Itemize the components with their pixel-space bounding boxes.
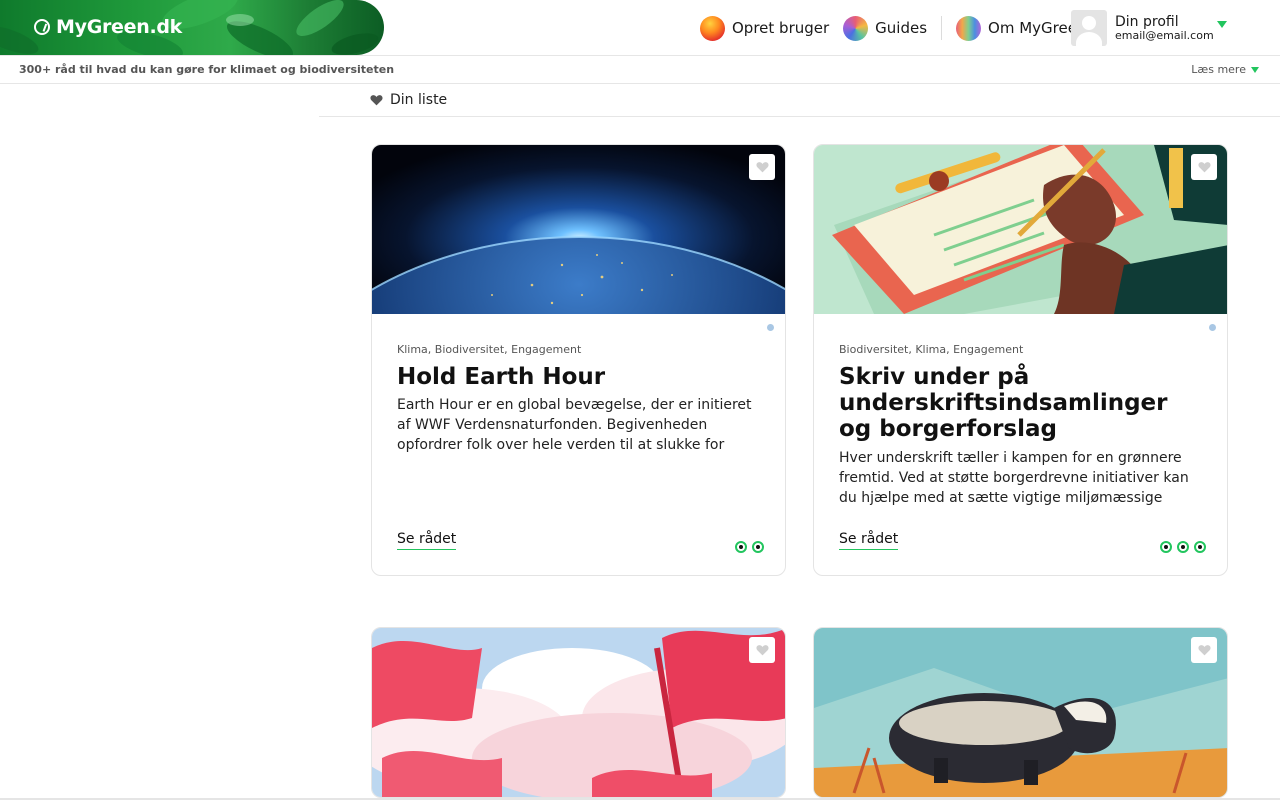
top-header: MyGreen.dk Opret bruger Guides Om MyGree… — [0, 0, 1280, 56]
card-title: Skriv under på underskriftsindsamlinger … — [839, 364, 1168, 442]
card-description: Earth Hour er en global bevægelse, der e… — [397, 397, 752, 453]
advice-card[interactable] — [813, 627, 1228, 798]
indicator-dot — [1160, 541, 1172, 553]
card-image-earth — [372, 145, 785, 314]
indicator-dots — [1160, 541, 1206, 553]
card-image-badger — [814, 628, 1227, 797]
card-categories: Klima, Biodiversitet, Engagement — [397, 343, 582, 356]
read-more-button[interactable]: Læs mere — [1191, 63, 1259, 76]
indicator-dot — [752, 541, 764, 553]
nav-guides[interactable]: Guides — [843, 15, 928, 41]
nav-om-mygreen[interactable]: Om MyGreen — [956, 15, 1086, 41]
orb-mosaic-icon — [843, 15, 869, 41]
nav-opret-bruger[interactable]: Opret bruger — [700, 15, 830, 41]
advice-card[interactable]: Biodiversitet, Klima, Engagement Skriv u… — [813, 144, 1228, 576]
chevron-down-icon[interactable] — [1217, 21, 1227, 28]
logo-banner[interactable]: MyGreen.dk — [0, 0, 384, 55]
favorite-button[interactable] — [1191, 154, 1217, 180]
sub-bar: 300+ råd til hvad du kan gøre for klimae… — [0, 56, 1280, 84]
nav-label: Opret bruger — [732, 19, 830, 37]
heart-icon — [370, 95, 383, 106]
status-dot — [767, 324, 774, 331]
heart-icon — [755, 645, 769, 656]
nav-label: Guides — [875, 19, 928, 37]
heart-icon — [755, 162, 769, 173]
see-advice-link[interactable]: Se rådet — [839, 531, 899, 550]
favorite-button[interactable] — [1191, 637, 1217, 663]
advice-card[interactable] — [371, 627, 786, 798]
profile-name: Din profil — [1115, 13, 1179, 30]
logo-text: MyGreen.dk — [56, 16, 183, 38]
main-nav: Opret bruger Guides Om MyGreen — [700, 0, 1086, 56]
status-dot — [1209, 324, 1216, 331]
tagline: 300+ råd til hvad du kan gøre for klimae… — [19, 63, 395, 76]
card-categories: Biodiversitet, Klima, Engagement — [839, 343, 1024, 356]
heart-icon — [1197, 162, 1211, 173]
card-description: Hver underskrift tæller i kampen for en … — [839, 450, 1189, 506]
favorite-button[interactable] — [749, 637, 775, 663]
card-image-signing — [814, 145, 1227, 314]
favorite-button[interactable] — [749, 154, 775, 180]
avatar — [1071, 10, 1107, 46]
din-liste-label: Din liste — [390, 92, 448, 108]
indicator-dot — [1194, 541, 1206, 553]
profile-email: email@email.com — [1115, 28, 1214, 42]
advice-card[interactable]: Klima, Biodiversitet, Engagement Hold Ea… — [371, 144, 786, 576]
profile-menu[interactable]: Din profil email@email.com — [1071, 9, 1231, 47]
heart-icon — [1197, 645, 1211, 656]
chevron-down-icon — [1251, 66, 1259, 73]
indicator-dot — [1177, 541, 1189, 553]
indicator-dot — [735, 541, 747, 553]
card-image-flags — [372, 628, 785, 797]
list-bar: Din liste — [319, 84, 1280, 117]
card-title: Hold Earth Hour — [397, 364, 606, 390]
indicator-dots — [735, 541, 764, 553]
orb-orange-icon — [700, 15, 725, 41]
orb-rainbow-icon — [956, 15, 982, 41]
see-advice-link[interactable]: Se rådet — [397, 531, 457, 550]
nav-divider — [941, 16, 943, 40]
logo-icon — [34, 19, 50, 35]
din-liste-button[interactable]: Din liste — [370, 92, 447, 108]
profile-text: Din profil email@email.com — [1115, 14, 1214, 43]
read-more-label: Læs mere — [1191, 63, 1246, 76]
